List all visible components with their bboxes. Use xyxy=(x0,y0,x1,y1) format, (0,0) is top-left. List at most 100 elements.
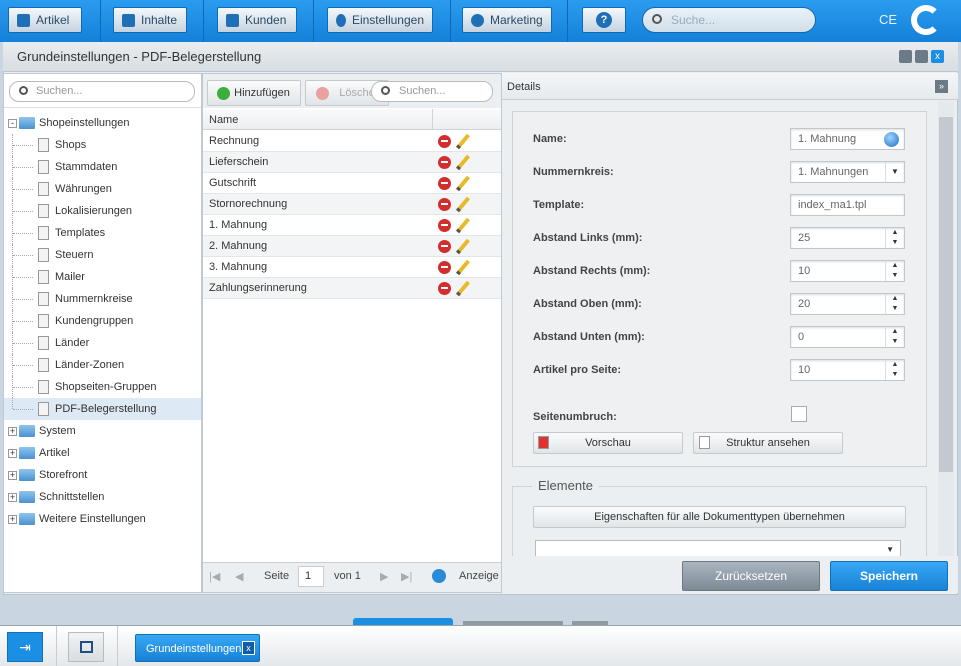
expand-icon[interactable]: + xyxy=(8,493,17,502)
close-button[interactable]: x xyxy=(931,50,944,63)
field-input[interactable]: 25 ▲ ▼ xyxy=(790,227,905,249)
tree-search-input[interactable]: Suchen... xyxy=(9,81,195,102)
tree-item[interactable]: Nummernkreise xyxy=(4,288,201,310)
pencil-icon[interactable] xyxy=(456,217,470,234)
table-row[interactable]: Lieferschein xyxy=(203,152,501,173)
tree-item[interactable]: + Storefront xyxy=(4,464,201,486)
spinner-arrows[interactable]: ▲ ▼ xyxy=(885,327,904,347)
preview-button[interactable]: Vorschau xyxy=(533,432,683,454)
structure-button[interactable]: Struktur ansehen xyxy=(693,432,843,454)
pagebreak-checkbox[interactable] xyxy=(791,406,807,422)
nav-inhalte[interactable]: Inhalte xyxy=(113,7,187,33)
tree-item[interactable]: PDF-Belegerstellung xyxy=(4,398,201,420)
delete-icon[interactable] xyxy=(438,219,451,232)
nav-artikel[interactable]: Artikel xyxy=(8,7,82,33)
tree-item[interactable]: Lokalisierungen xyxy=(4,200,201,222)
nav-einstellungen[interactable]: Einstellungen xyxy=(327,7,433,33)
delete-icon[interactable] xyxy=(438,156,451,169)
tree-item[interactable]: Länder-Zonen xyxy=(4,354,201,376)
expand-icon[interactable]: + xyxy=(8,471,17,480)
table-row[interactable]: 2. Mahnung xyxy=(203,236,501,257)
grid-search-input[interactable]: Suchen... xyxy=(371,81,493,102)
next-page-button[interactable]: ▶ xyxy=(380,570,388,583)
table-row[interactable]: 3. Mahnung xyxy=(203,257,501,278)
taskbar-tab-grundeinstellungen[interactable]: Grundeinstellungen x xyxy=(135,634,260,662)
tree-item[interactable]: Shopseiten-Gruppen xyxy=(4,376,201,398)
add-button[interactable]: Hinzufügen xyxy=(207,80,301,106)
first-page-button[interactable]: |◀ xyxy=(209,570,220,583)
field-input[interactable]: 1. Mahnung xyxy=(790,128,905,150)
tree-item-shopeinstellungen[interactable]: - Shopeinstellungen xyxy=(4,112,201,134)
spinner-arrows[interactable]: ▲ ▼ xyxy=(885,360,904,380)
field-input[interactable]: 1. Mahnungen ▼ xyxy=(790,161,905,183)
field-input[interactable]: 20 ▲ ▼ xyxy=(790,293,905,315)
window-switch-button[interactable] xyxy=(68,632,104,662)
refresh-icon[interactable] xyxy=(432,569,446,583)
pencil-icon[interactable] xyxy=(456,154,470,171)
globe-icon[interactable] xyxy=(884,132,899,147)
delete-icon[interactable] xyxy=(438,135,451,148)
field-value: 25 xyxy=(798,232,811,244)
table-row[interactable]: Zahlungserinnerung xyxy=(203,278,501,299)
user-initials[interactable]: CE xyxy=(879,12,897,27)
table-row[interactable]: 1. Mahnung xyxy=(203,215,501,236)
delete-icon[interactable] xyxy=(438,240,451,253)
scrollbar-thumb[interactable] xyxy=(939,117,953,472)
tree-item[interactable]: + Weitere Einstellungen xyxy=(4,508,201,530)
field-input[interactable]: 10 ▲ ▼ xyxy=(790,260,905,282)
tree-item[interactable]: Länder xyxy=(4,332,201,354)
tree-item[interactable]: + System xyxy=(4,420,201,442)
tree-item[interactable]: Kundengruppen xyxy=(4,310,201,332)
expand-icon[interactable]: + xyxy=(8,515,17,524)
pencil-icon[interactable] xyxy=(456,133,470,150)
tree-item[interactable]: + Schnittstellen xyxy=(4,486,201,508)
field-input[interactable]: 10 ▲ ▼ xyxy=(790,359,905,381)
delete-icon[interactable] xyxy=(438,177,451,190)
maximize-button[interactable] xyxy=(915,50,928,63)
delete-icon[interactable] xyxy=(438,261,451,274)
tree-item[interactable]: + Artikel xyxy=(4,442,201,464)
pencil-icon[interactable] xyxy=(456,259,470,276)
table-row[interactable]: Stornorechnung xyxy=(203,194,501,215)
spinner-arrows[interactable]: ▲ ▼ xyxy=(885,261,904,281)
nav-kunden[interactable]: Kunden xyxy=(217,7,297,33)
pencil-icon[interactable] xyxy=(456,280,470,297)
collapse-icon[interactable]: » xyxy=(935,80,948,93)
page-input[interactable]: 1 xyxy=(298,566,324,587)
pencil-icon[interactable] xyxy=(456,238,470,255)
field-input[interactable]: index_ma1.tpl xyxy=(790,194,905,216)
global-search-input[interactable]: Suche... xyxy=(642,7,816,33)
expand-icon[interactable]: + xyxy=(8,427,17,436)
tree-item[interactable]: Stammdaten xyxy=(4,156,201,178)
close-icon[interactable]: x xyxy=(242,641,255,655)
help-button[interactable]: ? xyxy=(582,7,626,33)
spinner-arrows[interactable]: ▲ ▼ xyxy=(885,294,904,314)
divider xyxy=(203,0,204,42)
prev-page-button[interactable]: ◀ xyxy=(235,570,243,583)
collapse-icon[interactable]: - xyxy=(8,119,17,128)
field-input[interactable]: 0 ▲ ▼ xyxy=(790,326,905,348)
pencil-icon[interactable] xyxy=(456,196,470,213)
save-button[interactable]: Speichern xyxy=(830,561,948,591)
apply-all-button[interactable]: Eigenschaften für alle Dokumenttypen übe… xyxy=(533,506,906,528)
expand-icon[interactable]: + xyxy=(8,449,17,458)
table-row[interactable]: Gutschrift xyxy=(203,173,501,194)
delete-icon[interactable] xyxy=(438,282,451,295)
logout-button[interactable]: ⇥ xyxy=(7,632,43,662)
column-header-name[interactable]: Name xyxy=(203,109,501,130)
reset-button[interactable]: Zurücksetzen xyxy=(682,561,820,591)
spinner-arrows[interactable]: ▲ ▼ xyxy=(885,228,904,248)
tree-item[interactable]: Shops xyxy=(4,134,201,156)
minimize-button[interactable] xyxy=(899,50,912,63)
details-scrollbar[interactable] xyxy=(938,101,954,556)
tree-item[interactable]: Mailer xyxy=(4,266,201,288)
delete-icon[interactable] xyxy=(438,198,451,211)
nav-marketing[interactable]: Marketing xyxy=(462,7,552,33)
last-page-button[interactable]: ▶| xyxy=(401,570,412,583)
tree-item[interactable]: Währungen xyxy=(4,178,201,200)
table-row[interactable]: Rechnung xyxy=(203,131,501,152)
pencil-icon[interactable] xyxy=(456,175,470,192)
tree-item[interactable]: Templates xyxy=(4,222,201,244)
tree-item[interactable]: Steuern xyxy=(4,244,201,266)
chevron-down-icon[interactable]: ▼ xyxy=(885,162,904,182)
